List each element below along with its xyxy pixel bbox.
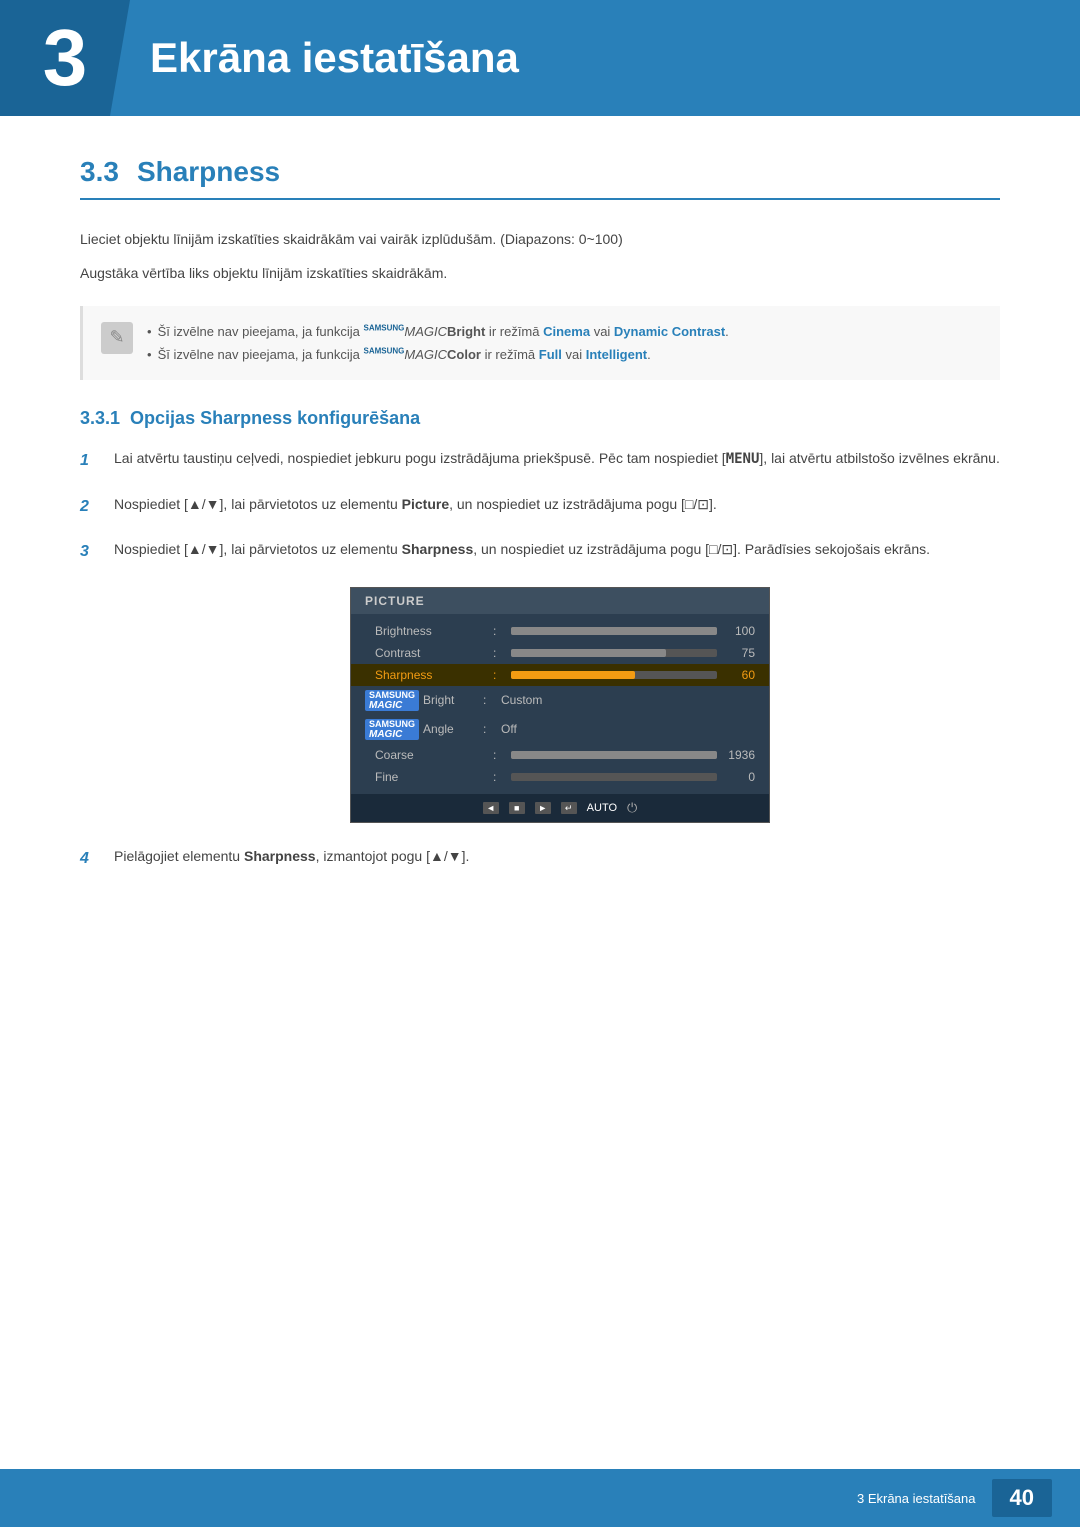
- menu-label-sharpness: Sharpness: [375, 668, 485, 682]
- menu-label-coarse: Coarse: [375, 748, 485, 762]
- menu-bottom-bar: ◄ ■ ► ↵ AUTO ⏻: [351, 794, 769, 822]
- chapter-title: Ekrāna iestatīšana: [150, 34, 519, 82]
- picture-menu-container: PICTURE Brightness : 100: [120, 587, 1000, 823]
- menu-label-fine: Fine: [375, 770, 485, 784]
- menu-value-contrast: 75: [725, 646, 755, 660]
- menu-bar-sharpness: [511, 671, 717, 679]
- menu-bar-fill-contrast: [511, 649, 666, 657]
- note-content: Šī izvēlne nav pieejama, ja funkcija SAM…: [147, 320, 982, 367]
- menu-row-sharpness: Sharpness : 60: [351, 664, 769, 686]
- description-1: Lieciet objektu līnijām izskatīties skai…: [80, 228, 1000, 252]
- chapter-title-block: Ekrāna iestatīšana: [110, 0, 1080, 116]
- subsection-title: 3.3.1 Opcijas Sharpness konfigurēšana: [80, 408, 1000, 429]
- page-footer: 3 Ekrāna iestatīšana 40: [0, 1469, 1080, 1527]
- menu-label-contrast: Contrast: [375, 646, 485, 660]
- note-line-2: Šī izvēlne nav pieejama, ja funkcija SAM…: [147, 343, 982, 366]
- menu-row-magic-bright: SAMSUNGMAGIC Bright : Custom: [351, 686, 769, 715]
- menu-value-magic-angle: Off: [501, 722, 517, 736]
- chapter-number: 3: [43, 18, 88, 98]
- btn-right-icon: ►: [535, 802, 551, 814]
- footer-page-number: 40: [992, 1479, 1052, 1517]
- magic-angle-icon: SAMSUNGMAGIC: [365, 719, 419, 740]
- section-number: 3.3: [80, 156, 119, 188]
- steps-list: 1 Lai atvērtu taustiņu ceļvedi, nospiedi…: [80, 447, 1000, 872]
- btn-left: ◄: [483, 802, 499, 814]
- magic-bright-icon: SAMSUNGMAGIC: [365, 690, 419, 711]
- menu-row-coarse: Coarse : 1936: [351, 744, 769, 766]
- menu-label-magic-bright: SAMSUNGMAGIC Bright: [365, 690, 475, 711]
- step-4-number: 4: [80, 845, 100, 872]
- btn-enter-icon: ↵: [561, 802, 577, 814]
- step-1: 1 Lai atvērtu taustiņu ceļvedi, nospiedi…: [80, 447, 1000, 474]
- step-4: 4 Pielāgojiet elementu Sharpness, izmant…: [80, 845, 1000, 872]
- step-3-text: Nospiediet [▲/▼], lai pārvietotos uz ele…: [114, 538, 930, 562]
- step-3: 3 Nospiediet [▲/▼], lai pārvietotos uz e…: [80, 538, 1000, 565]
- picture-menu: PICTURE Brightness : 100: [350, 587, 770, 823]
- btn-right: ►: [535, 802, 551, 814]
- picture-menu-body: Brightness : 100 Contrast :: [351, 614, 769, 794]
- menu-label-brightness: Brightness: [375, 624, 485, 638]
- step-2-number: 2: [80, 493, 100, 520]
- step-3-number: 3: [80, 538, 100, 565]
- menu-row-magic-angle: SAMSUNGMAGIC Angle : Off: [351, 715, 769, 744]
- menu-value-coarse: 1936: [725, 748, 755, 762]
- description-2: Augstāka vērtība liks objektu līnijām iz…: [80, 262, 1000, 286]
- power-icon: ⏻: [627, 800, 637, 816]
- btn-down-icon: ■: [509, 802, 525, 814]
- note-box: ✎ Šī izvēlne nav pieejama, ja funkcija S…: [80, 306, 1000, 381]
- step-1-text: Lai atvērtu taustiņu ceļvedi, nospiediet…: [114, 447, 1000, 472]
- menu-bar-contrast: [511, 649, 717, 657]
- btn-enter: ↵: [561, 802, 577, 814]
- note-icon: ✎: [101, 322, 133, 354]
- menu-row-contrast: Contrast : 75: [351, 642, 769, 664]
- menu-value-magic-bright: Custom: [501, 693, 542, 707]
- section-name: Sharpness: [137, 156, 280, 188]
- menu-label-magic-angle: SAMSUNGMAGIC Angle: [365, 719, 475, 740]
- main-content: 3.3 Sharpness Lieciet objektu līnijām iz…: [0, 116, 1080, 970]
- btn-auto: AUTO: [587, 802, 617, 814]
- menu-bar-fill-brightness: [511, 627, 717, 635]
- section-title: 3.3 Sharpness: [80, 156, 1000, 200]
- note-line-1: Šī izvēlne nav pieejama, ja funkcija SAM…: [147, 320, 982, 343]
- menu-value-fine: 0: [725, 770, 755, 784]
- menu-bar-fine: [511, 773, 717, 781]
- menu-bar-brightness: [511, 627, 717, 635]
- btn-left-icon: ◄: [483, 802, 499, 814]
- chapter-number-block: 3: [0, 0, 120, 116]
- subsection-name: Opcijas Sharpness konfigurēšana: [130, 408, 420, 428]
- subsection-number: 3.3.1: [80, 408, 120, 428]
- page-header: 3 Ekrāna iestatīšana: [0, 0, 1080, 116]
- menu-row-fine: Fine : 0: [351, 766, 769, 788]
- menu-row-brightness: Brightness : 100: [351, 620, 769, 642]
- btn-power: ⏻: [627, 800, 637, 816]
- menu-bar-fill-coarse: [511, 751, 717, 759]
- step-2: 2 Nospiediet [▲/▼], lai pārvietotos uz e…: [80, 493, 1000, 520]
- menu-value-brightness: 100: [725, 624, 755, 638]
- step-4-text: Pielāgojiet elementu Sharpness, izmantoj…: [114, 845, 469, 869]
- picture-menu-screenshot-item: PICTURE Brightness : 100: [80, 587, 1000, 823]
- step-2-text: Nospiediet [▲/▼], lai pārvietotos uz ele…: [114, 493, 717, 517]
- menu-bar-fill-sharpness: [511, 671, 635, 679]
- pencil-icon: ✎: [109, 327, 124, 348]
- step-1-number: 1: [80, 447, 100, 474]
- menu-value-sharpness: 60: [725, 668, 755, 682]
- menu-bar-coarse: [511, 751, 717, 759]
- picture-menu-header: PICTURE: [351, 588, 769, 614]
- btn-down: ■: [509, 802, 525, 814]
- footer-text: 3 Ekrāna iestatīšana: [857, 1491, 976, 1506]
